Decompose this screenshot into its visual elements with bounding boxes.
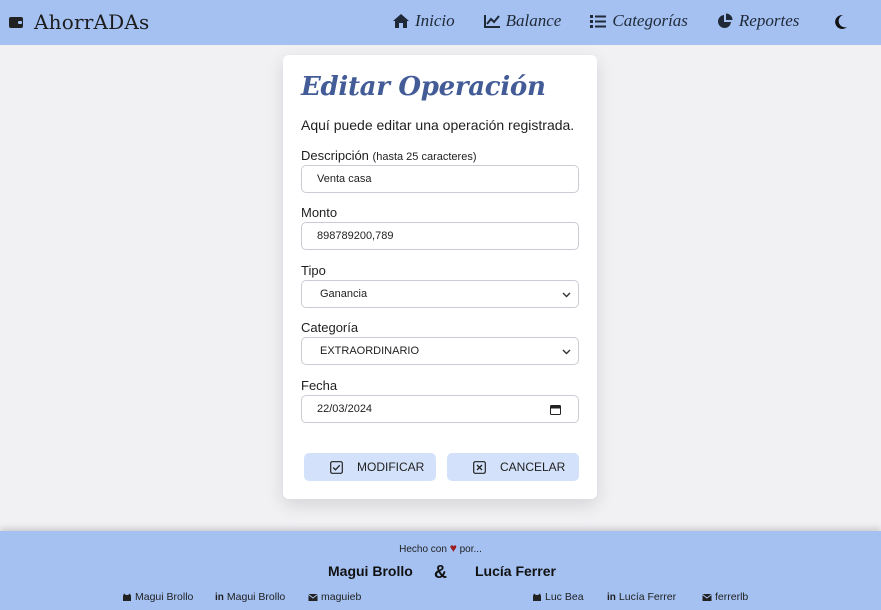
github-icon (533, 593, 541, 601)
link-label: Magui Brollo (226, 591, 286, 603)
mail-icon (308, 593, 318, 601)
brand-name: AhorrADAs (34, 10, 150, 34)
home-icon (393, 14, 409, 28)
description-label: Descripción (hasta 25 caracteres) (301, 148, 476, 163)
edit-operation-card: Editar Operación Aquí puede editar una o… (283, 55, 597, 499)
made-with-text: Hecho con ♥ por... (0, 541, 881, 555)
category-value: EXTRAORDINARIO (320, 345, 420, 357)
modify-button[interactable]: MODIFICAR (304, 453, 436, 481)
author-lucia: Lucía Ferrer (475, 563, 556, 579)
mail-link-magui[interactable]: maguieb (308, 591, 361, 603)
nav-item-inicio[interactable]: Inicio (392, 11, 455, 31)
date-value: 22/03/2024 (317, 403, 373, 415)
type-value: Ganancia (320, 288, 368, 300)
link-label: maguieb (321, 591, 362, 603)
mail-icon (702, 593, 712, 601)
chart-line-icon (483, 15, 500, 28)
author-magui: Magui Brollo (328, 563, 413, 579)
linkedin-link-lucia[interactable]: in Lucía Ferrer (607, 591, 676, 603)
ampersand: & (434, 562, 447, 582)
description-value: Venta casa (317, 173, 372, 185)
cancel-button[interactable]: CANCELAR (447, 453, 579, 481)
chevron-down-icon (562, 349, 571, 355)
nav-item-label: Inicio (415, 11, 455, 30)
modify-label: MODIFICAR (357, 460, 425, 474)
amount-label: Monto (301, 205, 338, 220)
close-box-icon (473, 460, 486, 474)
nav-item-reportes[interactable]: Reportes (716, 11, 799, 31)
nav-item-label: Categorías (612, 11, 688, 30)
link-label: Lucía Ferrer (618, 591, 677, 603)
github-icon (123, 593, 131, 601)
date-label: Fecha (301, 378, 338, 393)
chevron-down-icon (562, 292, 571, 298)
nav-links: Inicio Balance Categorías Reportes (392, 11, 827, 31)
nav-item-balance[interactable]: Balance (483, 11, 562, 31)
github-link-magui[interactable]: Magui Brollo (122, 591, 193, 603)
calendar-icon[interactable] (550, 404, 561, 415)
type-select[interactable]: Ganancia (301, 280, 579, 308)
description-hint: (hasta 25 caracteres) (372, 151, 477, 163)
footer: Hecho con ♥ por... Magui Brollo & Lucía … (0, 531, 881, 610)
linkedin-icon: in (607, 591, 616, 603)
list-icon (590, 15, 607, 28)
wallet-icon (9, 16, 23, 28)
github-link-lucia[interactable]: Luc Bea (532, 591, 584, 603)
page-subtitle: Aquí puede editar una operación registra… (301, 117, 575, 133)
description-label-text: Descripción (301, 148, 369, 163)
nav-item-categorias[interactable]: Categorías (589, 11, 688, 31)
cancel-label: CANCELAR (500, 460, 566, 474)
navbar: AhorrADAs Inicio Balance Categorías Repo… (0, 0, 881, 45)
nav-item-label: Reportes (738, 11, 800, 30)
nav-item-label: Balance (505, 11, 562, 30)
checkbox-check-icon (330, 460, 343, 474)
heart-icon: ♥ (449, 541, 457, 555)
amount-input[interactable]: 898789200,789 (301, 222, 579, 250)
mail-link-lucia[interactable]: ferrerlb (702, 591, 748, 603)
category-label: Categoría (301, 320, 359, 335)
linkedin-icon: in (215, 591, 224, 603)
made-prefix: Hecho con (399, 544, 447, 555)
link-label: ferrerlb (715, 591, 749, 603)
date-input[interactable]: 22/03/2024 (301, 395, 579, 423)
category-select[interactable]: EXTRAORDINARIO (301, 337, 579, 365)
amount-value: 898789200,789 (317, 230, 394, 242)
moon-icon[interactable] (834, 14, 848, 30)
type-label: Tipo (301, 263, 326, 278)
brand[interactable]: AhorrADAs (9, 10, 149, 34)
linkedin-link-magui[interactable]: in Magui Brollo (215, 591, 285, 603)
description-input[interactable]: Venta casa (301, 165, 579, 193)
page-title: Editar Operación (301, 72, 546, 102)
link-label: Luc Bea (545, 591, 584, 603)
made-suffix: por... (459, 544, 482, 555)
link-label: Magui Brollo (135, 591, 194, 603)
pie-chart-icon (717, 13, 733, 28)
